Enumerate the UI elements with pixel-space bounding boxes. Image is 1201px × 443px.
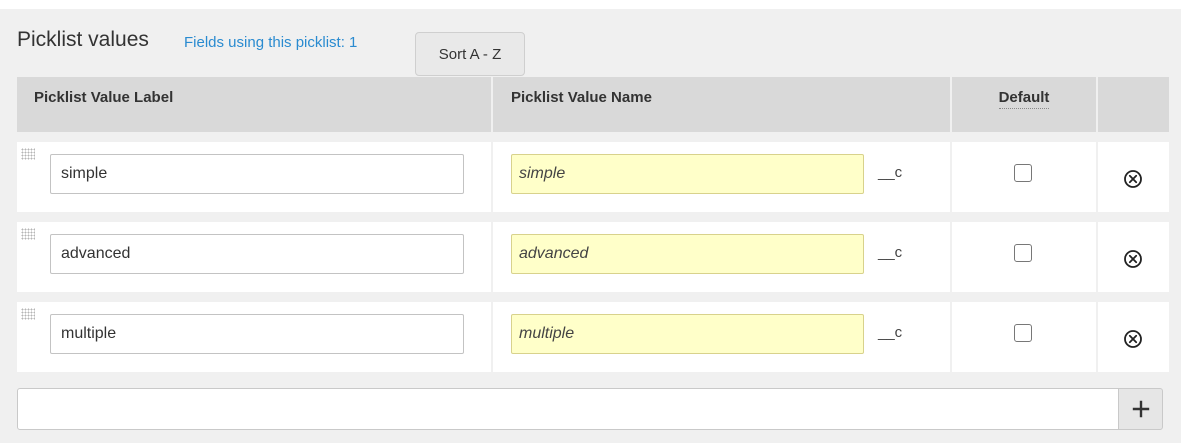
- value-name-input[interactable]: [511, 234, 864, 274]
- drag-handle-icon[interactable]: [21, 308, 35, 320]
- column-header-default: Default: [950, 77, 1096, 132]
- name-cell: __c: [491, 142, 950, 212]
- label-cell: [17, 142, 492, 212]
- actions-cell: [1096, 222, 1169, 292]
- default-cell: [950, 302, 1096, 372]
- remove-circle-icon[interactable]: [1123, 169, 1143, 189]
- drag-handle-icon[interactable]: [21, 228, 35, 240]
- drag-handle-icon[interactable]: [21, 148, 35, 160]
- default-checkbox[interactable]: [1014, 244, 1032, 262]
- page-title: Picklist values: [17, 28, 149, 51]
- plus-icon: [1132, 400, 1149, 418]
- picklist-panel: Picklist values Fields using this pickli…: [0, 9, 1181, 443]
- name-cell: __c: [491, 222, 950, 292]
- label-cell: [17, 302, 492, 372]
- default-cell: [950, 142, 1096, 212]
- sort-a-z-button[interactable]: Sort A - Z: [415, 32, 525, 76]
- column-header-default-text: Default: [998, 89, 1050, 109]
- new-value-row: [17, 388, 1163, 430]
- remove-circle-icon[interactable]: [1123, 329, 1143, 349]
- default-checkbox[interactable]: [1014, 164, 1032, 182]
- api-suffix: __c: [878, 164, 903, 181]
- name-cell: __c: [491, 302, 950, 372]
- api-suffix: __c: [878, 324, 903, 341]
- value-label-input[interactable]: [50, 154, 464, 194]
- table-header: Picklist Value Label Picklist Value Name…: [17, 77, 1169, 132]
- label-cell: [17, 222, 492, 292]
- default-cell: [950, 222, 1096, 292]
- api-suffix: __c: [878, 244, 903, 261]
- value-name-input[interactable]: [511, 154, 864, 194]
- actions-cell: [1096, 142, 1169, 212]
- column-header-actions: [1096, 77, 1169, 132]
- new-value-input[interactable]: [17, 388, 1119, 430]
- actions-cell: [1096, 302, 1169, 372]
- table-row: __c: [17, 222, 1169, 292]
- table-row: __c: [17, 142, 1169, 212]
- table-row: __c: [17, 302, 1169, 372]
- value-label-input[interactable]: [50, 314, 464, 354]
- default-checkbox[interactable]: [1014, 324, 1032, 342]
- value-label-input[interactable]: [50, 234, 464, 274]
- value-name-input[interactable]: [511, 314, 864, 354]
- fields-using-picklist-link[interactable]: Fields using this picklist: 1: [184, 34, 357, 51]
- remove-circle-icon[interactable]: [1123, 249, 1143, 269]
- column-header-name: Picklist Value Name: [491, 77, 950, 132]
- column-header-label: Picklist Value Label: [34, 89, 174, 106]
- add-value-button[interactable]: [1118, 388, 1163, 430]
